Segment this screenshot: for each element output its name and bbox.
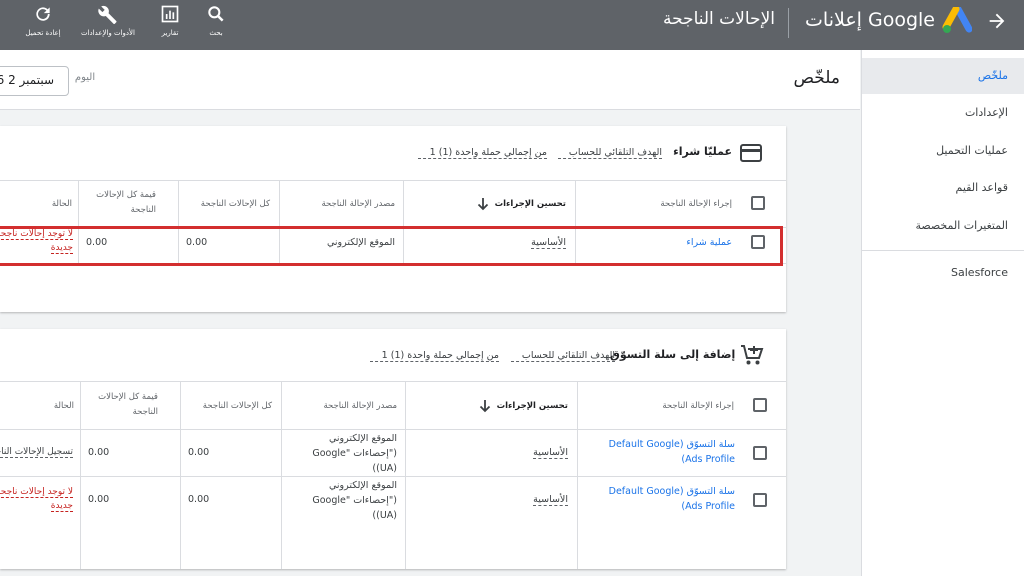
col-header-status[interactable]: الحالة xyxy=(6,399,74,414)
col-header-all-conversions[interactable]: كل الإحالات الناجحة xyxy=(188,399,272,414)
status-recording[interactable]: تسجيل الإحالات الناجحة xyxy=(0,445,73,460)
status-text: لا توجد إحالات ناجحة جديدة xyxy=(0,229,73,254)
select-all-checkbox[interactable] xyxy=(753,398,767,412)
google-ads-logo[interactable] xyxy=(942,5,973,35)
col-header-source[interactable]: مصدر الإحالة الناجحة xyxy=(290,197,396,212)
campaign-count-link[interactable]: 1 من إجمالي حملة واحدة (1) xyxy=(418,147,547,159)
col-header-optimization[interactable]: تحسين الإجراءات xyxy=(440,197,566,212)
row-checkbox[interactable] xyxy=(753,446,767,460)
col-header-optimization[interactable]: تحسين الإجراءات xyxy=(442,399,568,414)
header-bottom-border xyxy=(0,429,786,430)
sidebar-item-settings[interactable]: الإعدادات xyxy=(965,106,1008,119)
summary-title: ملخّص xyxy=(793,68,840,88)
all-conversions-value: 0.00 xyxy=(188,494,210,505)
date-range-label: اليوم xyxy=(74,72,96,83)
col-header-all-value[interactable]: قيمة كل الإحالات الناجحة xyxy=(86,390,158,420)
sort-arrow-icon[interactable] xyxy=(477,196,489,211)
date-range-picker[interactable]: 26 سبتمبر 2 xyxy=(0,66,69,96)
back-arrow-icon[interactable] xyxy=(986,10,1008,32)
col-divider xyxy=(180,381,181,569)
all-value-value: 0.00 xyxy=(88,494,110,505)
col-header-all-conversions[interactable]: كل الإحالات الناجحة xyxy=(186,197,270,212)
optimization-value[interactable]: الأساسية xyxy=(442,445,568,460)
sidebar-item-salesforce[interactable]: Salesforce xyxy=(951,266,1008,279)
row-checkbox[interactable] xyxy=(751,235,765,249)
optimization-value[interactable]: الأساسية xyxy=(442,492,568,507)
search-icon xyxy=(196,4,236,26)
wrench-icon xyxy=(78,4,138,26)
all-value-value: 0.00 xyxy=(88,447,110,458)
all-conversions-value: 0.00 xyxy=(186,237,208,248)
col-divider xyxy=(577,381,578,569)
all-conversions-value: 0.00 xyxy=(188,447,210,458)
sidebar-item-uploads[interactable]: عمليات التحميل xyxy=(936,144,1008,157)
reports-label: تقارير xyxy=(161,29,179,37)
all-value-value: 0.00 xyxy=(86,237,108,248)
optimization-text: الأساسية xyxy=(531,237,566,249)
brand-name: إعلانات Google xyxy=(805,9,935,31)
tools-settings-label: الأدوات والإعدادات xyxy=(81,29,135,37)
optimization-text: الأساسية xyxy=(533,494,568,506)
sidebar-divider xyxy=(862,250,1024,251)
source-value: الموقع الإلكتروني xyxy=(326,237,395,248)
add-to-cart-conversions-card: إضافة إلى سلة التسوّق الهدف التلقائي للح… xyxy=(0,329,786,569)
divider xyxy=(788,8,789,38)
status-text: لا توجد إحالات ناجحة جديدة xyxy=(0,487,73,512)
sidebar-item-value-rules[interactable]: قواعد القيم xyxy=(956,181,1008,194)
summary-header: ملخّص اليوم 26 سبتمبر 2 xyxy=(0,50,860,110)
row-checkbox[interactable] xyxy=(753,493,767,507)
status-text: تسجيل الإحالات الناجحة xyxy=(0,447,73,458)
campaign-count-link[interactable]: 1 من إجمالي حملة واحدة (1) xyxy=(370,350,499,362)
page-title: الإحالات الناجحة xyxy=(662,9,775,29)
date-range-value: 26 سبتمبر 2 xyxy=(0,73,54,87)
conversion-action-link[interactable]: سلة التسوّق Default Google) (Ads Profile xyxy=(595,437,735,467)
reload-label: إعادة تحميل xyxy=(25,29,61,37)
credit-card-icon xyxy=(740,144,762,162)
col-header-source[interactable]: مصدر الإحالة الناجحة xyxy=(292,399,398,414)
source-value: الموقع الإلكتروني ("إحصاءات Google" (UA)… xyxy=(312,433,397,474)
optimization-text: الأساسية xyxy=(533,447,568,459)
source-value: الموقع الإلكتروني ("إحصاءات Google" (UA)… xyxy=(312,480,397,521)
status-warning[interactable]: لا توجد إحالات ناجحة جديدة xyxy=(0,227,73,255)
optimization-value[interactable]: الأساسية xyxy=(440,235,566,250)
reports-tool-button[interactable]: تقارير xyxy=(150,4,190,37)
status-warning[interactable]: لا توجد إحالات ناجحة جديدة xyxy=(0,485,73,513)
sort-arrow-icon[interactable] xyxy=(479,398,491,413)
goal-link[interactable]: الهدف التلقائي للحساب xyxy=(558,147,662,159)
conversion-action-link[interactable]: عملية شراء xyxy=(585,235,732,250)
select-all-checkbox[interactable] xyxy=(751,196,765,210)
col-divider xyxy=(405,381,406,569)
col-divider xyxy=(80,381,81,569)
top-app-bar: إعلانات Google الإحالات الناجحة بحث تقار… xyxy=(0,0,1024,50)
sidebar: ملخّص الإعدادات عمليات التحميل قواعد الق… xyxy=(861,50,1024,576)
refresh-icon xyxy=(18,4,68,26)
sidebar-item-summary[interactable]: ملخّص xyxy=(978,69,1008,82)
goal-link[interactable]: الهدف التلقائي للحساب xyxy=(511,350,615,362)
card-title: إضافة إلى سلة التسوّق xyxy=(610,348,736,361)
search-label: بحث xyxy=(209,29,223,37)
reload-button[interactable]: إعادة تحميل xyxy=(18,4,68,37)
purchase-conversions-card: عمليّا شراء الهدف التلقائي للحساب 1 من إ… xyxy=(0,126,786,312)
col-header-status[interactable]: الحالة xyxy=(4,197,72,212)
col-divider xyxy=(281,381,282,569)
conversion-action-link[interactable]: سلة التسوّق Default Google) (Ads Profile xyxy=(595,484,735,514)
col-header-action[interactable]: إجراء الإحالة الناجحة xyxy=(585,197,732,212)
add-to-cart-icon xyxy=(740,344,764,366)
reports-icon xyxy=(150,4,190,26)
header-top-border xyxy=(0,381,786,382)
header-top-border xyxy=(0,180,786,181)
sidebar-item-custom-variables[interactable]: المتغيرات المخصصة xyxy=(915,219,1008,232)
tools-settings-button[interactable]: الأدوات والإعدادات xyxy=(78,4,138,37)
row-bottom-border xyxy=(0,476,786,477)
search-tool-button[interactable]: بحث xyxy=(196,4,236,37)
col-header-action[interactable]: إجراء الإحالة الناجحة xyxy=(587,399,734,414)
col-header-all-value[interactable]: قيمة كل الإحالات الناجحة xyxy=(84,188,156,218)
